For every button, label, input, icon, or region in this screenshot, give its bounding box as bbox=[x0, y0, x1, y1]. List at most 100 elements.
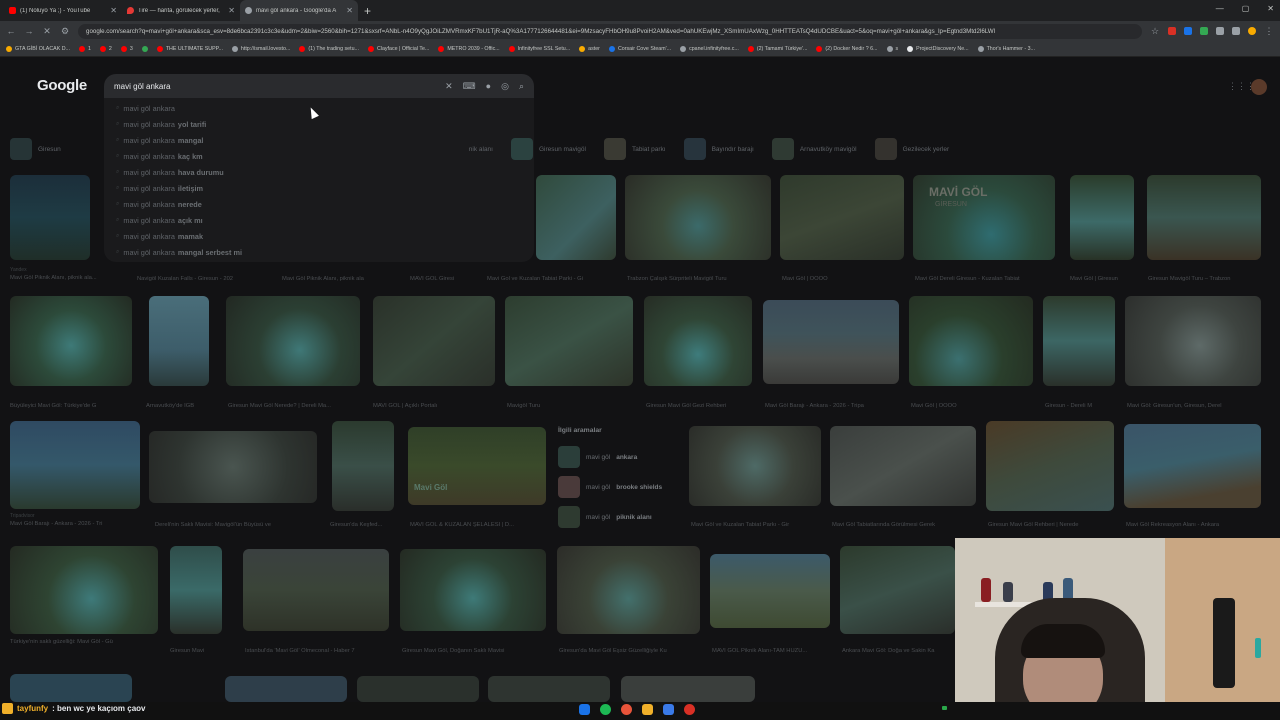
image-caption[interactable]: Giresun Mavi Göl Gezi Rehberi bbox=[646, 403, 754, 409]
image-result[interactable] bbox=[488, 676, 610, 702]
image-caption[interactable]: Mavi Göl: Giresun'un, Giresun, Derel bbox=[1127, 403, 1261, 409]
image-result[interactable] bbox=[243, 549, 389, 631]
bookmark[interactable]: 1 bbox=[78, 45, 91, 52]
chip[interactable]: Bayındır barajı bbox=[683, 138, 762, 160]
image-caption[interactable]: Arnavutköy'de IGB bbox=[146, 403, 212, 409]
image-caption[interactable]: Giresun Mavi Göl Nerede? | Dereli Ma... bbox=[228, 403, 358, 409]
suggestion[interactable]: ⌕ mavi göl ankara açık mı bbox=[104, 212, 534, 228]
image-caption[interactable]: Yandex Mavi Göl Piknik Alanı, piknik ala.… bbox=[10, 267, 128, 281]
image-result[interactable] bbox=[710, 554, 830, 628]
address-bar[interactable]: google.com/search?q=mavi+göl+ankara&sca_… bbox=[78, 23, 1142, 39]
extension-icon[interactable] bbox=[1168, 27, 1176, 35]
image-result[interactable] bbox=[625, 175, 771, 260]
image-caption[interactable]: Mavi Göl | Giresun bbox=[1070, 276, 1134, 282]
image-caption[interactable]: Dereli'nin Saklı Mavisi: Mavigöl'ün Büyü… bbox=[155, 522, 315, 528]
image-result[interactable] bbox=[1043, 296, 1115, 386]
app-icon[interactable] bbox=[663, 704, 674, 715]
image-caption[interactable]: Giresun'da Mavi Göl Eşsiz Güzelliğiyle K… bbox=[559, 648, 701, 654]
image-result[interactable] bbox=[149, 431, 317, 503]
suggestion[interactable]: ⌕ mavi göl ankara nerede bbox=[104, 196, 534, 212]
image-result[interactable] bbox=[830, 426, 976, 506]
image-result[interactable] bbox=[780, 175, 904, 260]
star-icon[interactable]: ☆ bbox=[1150, 26, 1160, 37]
profile-icon[interactable] bbox=[1248, 27, 1256, 35]
image-result[interactable] bbox=[689, 426, 821, 506]
image-result[interactable] bbox=[10, 674, 132, 702]
related-item[interactable]: mavi göl brooke shields bbox=[558, 472, 686, 502]
image-caption[interactable]: Giresun Mavi bbox=[170, 648, 230, 654]
windows-start-icon[interactable] bbox=[579, 704, 590, 715]
chrome-icon[interactable] bbox=[621, 704, 632, 715]
related-item[interactable]: mavi göl ankara bbox=[558, 442, 686, 472]
image-caption[interactable]: Navigöl Kuzalan Falls - Giresun - 202 bbox=[137, 276, 267, 282]
image-result[interactable] bbox=[1125, 296, 1261, 386]
tray-icon[interactable] bbox=[942, 706, 947, 710]
image-caption[interactable]: Mavi Göl | OOOO bbox=[782, 276, 902, 282]
image-result[interactable] bbox=[505, 296, 633, 386]
tune-icon[interactable]: ⚙ bbox=[60, 26, 70, 37]
chip[interactable]: Gezilecek yerler bbox=[874, 138, 958, 160]
search-box[interactable]: mavi göl ankara ✕ ⌨ ● ◎ ⌕ bbox=[104, 74, 534, 98]
bookmark[interactable]: Corsair Cove Steam'... bbox=[608, 45, 671, 52]
image-result[interactable]: Mavi Göl bbox=[408, 427, 546, 505]
image-result[interactable] bbox=[644, 296, 752, 386]
bookmark[interactable]: Thor's Hammer - 3... bbox=[977, 45, 1035, 52]
image-caption[interactable]: MAVİ GÖL & KUZALAN ŞELALESİ | D... bbox=[410, 522, 546, 528]
bookmark[interactable]: cpanel.infinityfree.c... bbox=[680, 45, 739, 52]
suggestion[interactable]: ⌕ mavi göl ankara yol tarifi bbox=[104, 116, 534, 132]
image-result[interactable] bbox=[763, 300, 899, 384]
back-icon[interactable]: ← bbox=[6, 26, 16, 36]
app-icon[interactable] bbox=[684, 704, 695, 715]
bookmark[interactable]: (2) Tamami Türkiye'... bbox=[747, 45, 807, 52]
suggestion[interactable]: ⌕ mavi göl ankara mamak bbox=[104, 228, 534, 244]
close-tab-icon[interactable]: ✕ bbox=[346, 6, 353, 15]
suggestion[interactable]: ⌕ mavi göl ankara hava durumu bbox=[104, 164, 534, 180]
chip[interactable]: Arnavutköy mavigöl bbox=[771, 138, 865, 160]
image-result[interactable] bbox=[1147, 175, 1261, 260]
image-result[interactable] bbox=[10, 546, 158, 634]
image-caption[interactable]: Türkiye'nin saklı güzelliği: Mavi Göl - … bbox=[10, 639, 158, 645]
search-icon[interactable]: ⌕ bbox=[519, 81, 524, 92]
microphone-icon[interactable]: ● bbox=[486, 81, 491, 91]
image-result[interactable] bbox=[373, 296, 495, 386]
image-caption[interactable]: Mavi Göl | OOOO bbox=[911, 403, 1031, 409]
image-caption[interactable]: Mavi Göl Tabiatlarında Görülmesi Gerek bbox=[832, 522, 978, 528]
forward-icon[interactable]: → bbox=[24, 26, 34, 36]
lens-icon[interactable]: ◎ bbox=[501, 81, 509, 92]
suggestion[interactable]: ⌕ mavi göl ankara iletişim bbox=[104, 180, 534, 196]
image-result[interactable] bbox=[840, 546, 955, 634]
image-result[interactable] bbox=[10, 175, 90, 260]
image-caption[interactable]: Büyüleyici Mavi Göl: Türkiye'de G bbox=[10, 403, 132, 409]
image-result[interactable] bbox=[621, 676, 755, 702]
avatar[interactable] bbox=[1251, 79, 1267, 95]
tab-google-search[interactable]: mavi göl ankara - Google'da A ✕ bbox=[240, 0, 358, 21]
bookmark[interactable]: Infinityfree SSL Setu... bbox=[508, 45, 570, 52]
image-result[interactable] bbox=[10, 296, 132, 386]
bookmark[interactable]: ProjectDiscovery Ne... bbox=[907, 45, 969, 52]
image-caption[interactable]: MAVİ GÖL | Açıklı Portalı bbox=[373, 403, 493, 409]
image-caption[interactable]: MAVİ GÖL Giresi bbox=[410, 276, 480, 282]
image-caption[interactable]: Mavi Göl Piknik Alanı, piknik ala bbox=[282, 276, 392, 282]
bookmark[interactable]: (2) Docker Nedir ? 6... bbox=[816, 45, 878, 52]
close-window-icon[interactable]: ✕ bbox=[1267, 4, 1274, 13]
reload-icon[interactable]: ✕ bbox=[42, 26, 52, 37]
clear-icon[interactable]: ✕ bbox=[445, 81, 453, 92]
chip[interactable]: nik alanı bbox=[469, 138, 501, 160]
bookmark[interactable]: http://ismail.lovesto... bbox=[231, 45, 290, 52]
maximize-icon[interactable]: ▢ bbox=[1242, 4, 1250, 13]
image-caption[interactable]: Tripadvisor Mavi Göl Barajı - Ankara - 20… bbox=[10, 513, 140, 527]
tab-tire[interactable]: Tire — harita, görülecek yerler, ✕ bbox=[122, 0, 240, 21]
image-result[interactable] bbox=[557, 546, 700, 634]
image-result[interactable] bbox=[1124, 424, 1261, 508]
image-caption[interactable]: Mavi Gol ve Kuzalan Tabiat Parki - Gi bbox=[487, 276, 617, 282]
image-result[interactable] bbox=[225, 676, 347, 702]
bookmark[interactable]: aster bbox=[579, 45, 600, 52]
extension-icon[interactable] bbox=[1184, 27, 1192, 35]
bookmark[interactable]: 3 bbox=[120, 45, 133, 52]
image-caption[interactable]: Mavi Göl Barajı - Ankara - 2026 - Tripa bbox=[765, 403, 899, 409]
bookmark[interactable]: s bbox=[886, 45, 898, 52]
bookmark[interactable]: 2 bbox=[99, 45, 112, 52]
chip[interactable]: Giresun mavigöl bbox=[510, 138, 594, 160]
puzzle-icon[interactable] bbox=[1232, 27, 1240, 35]
search-input[interactable]: mavi göl ankara bbox=[114, 82, 435, 91]
